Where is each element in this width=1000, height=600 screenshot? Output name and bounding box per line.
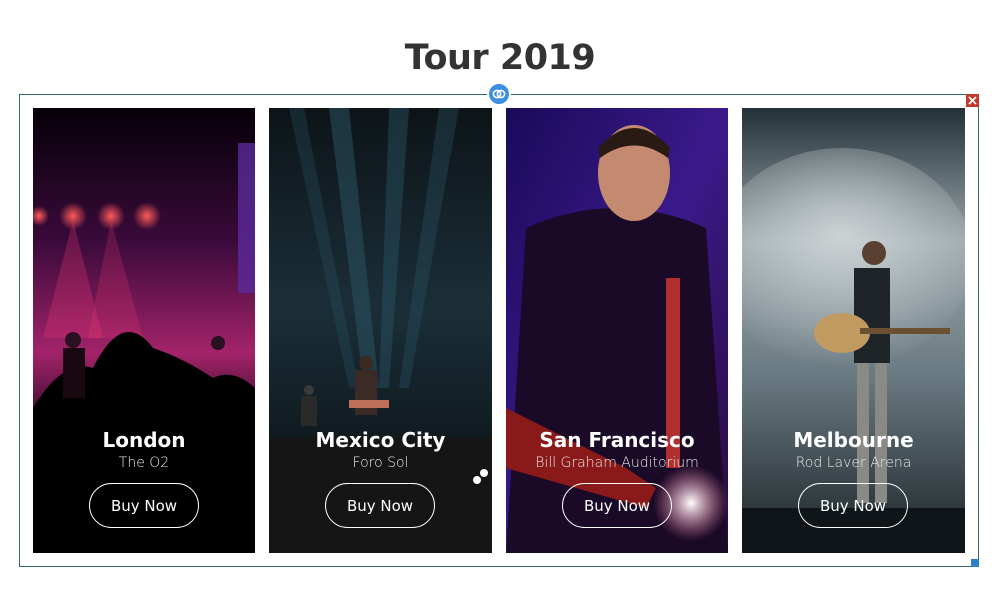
close-icon[interactable]	[966, 94, 979, 107]
card-venue: The O2	[118, 455, 170, 471]
link-icon[interactable]	[487, 82, 511, 106]
card-city: Melbourne	[793, 428, 914, 452]
buy-now-button[interactable]: Buy Now	[798, 483, 908, 528]
tour-card-melbourne: Melbourne Rod Laver Arena Buy Now	[742, 108, 965, 553]
buy-now-button[interactable]: Buy Now	[325, 483, 435, 528]
buy-now-button[interactable]: Buy Now	[562, 483, 672, 528]
card-city: Mexico City	[315, 428, 446, 452]
buy-now-button[interactable]: Buy Now	[89, 483, 199, 528]
tour-card-london: London The O2 Buy Now	[33, 108, 255, 553]
card-venue: Bill Graham Auditorium	[535, 455, 699, 471]
card-city: San Francisco	[539, 428, 695, 452]
tour-card-mexico-city: Mexico City Foro Sol Buy Now	[269, 108, 492, 553]
card-venue: Rod Laver Arena	[795, 455, 912, 471]
tour-card-san-francisco: San Francisco Bill Graham Auditorium Buy…	[506, 108, 728, 553]
card-venue: Foro Sol	[352, 455, 409, 471]
card-city: London	[102, 428, 186, 452]
page-title: Tour 2019	[404, 38, 596, 78]
resize-handle[interactable]	[971, 559, 979, 567]
